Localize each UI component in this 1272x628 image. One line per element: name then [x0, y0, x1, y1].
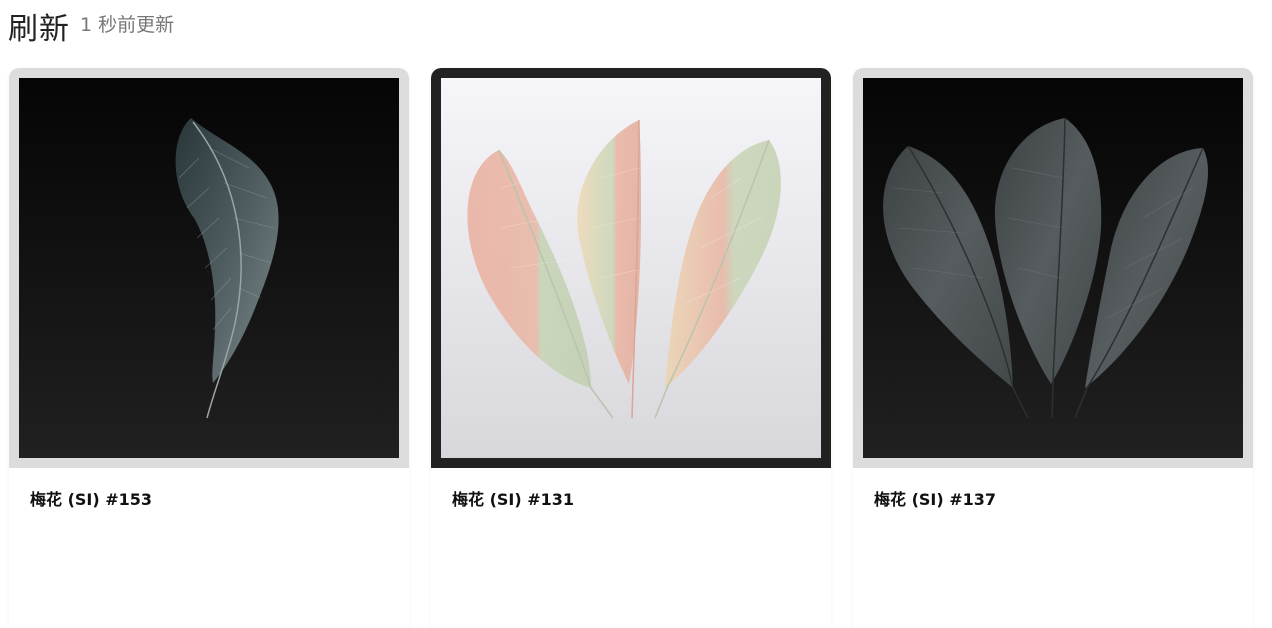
nft-card[interactable]: 梅花 (SI) #137 — [853, 68, 1253, 628]
feather-artwork — [863, 78, 1243, 458]
nft-card[interactable]: 梅花 (SI) #131 — [431, 68, 831, 628]
nft-card-title[interactable]: 梅花 (SI) #131 — [431, 468, 831, 528]
nft-card[interactable]: 梅花 (SI) #153 — [9, 68, 409, 628]
nft-grid: 梅花 (SI) #153 梅花 (SI) #131 梅花 (SI) #137 — [9, 68, 1253, 628]
nft-image-frame — [431, 68, 831, 468]
nft-card-title[interactable]: 梅花 (SI) #153 — [9, 468, 409, 528]
feather-artwork — [441, 78, 821, 458]
nft-image-frame — [9, 68, 409, 468]
nft-card-title[interactable]: 梅花 (SI) #137 — [853, 468, 1253, 528]
page-header: 刷新 1 秒前更新 — [8, 8, 174, 52]
nft-image-frame — [853, 68, 1253, 468]
last-updated-text: 1 秒前更新 — [80, 14, 175, 36]
feather-artwork — [19, 78, 399, 458]
refresh-title[interactable]: 刷新 — [8, 8, 70, 52]
